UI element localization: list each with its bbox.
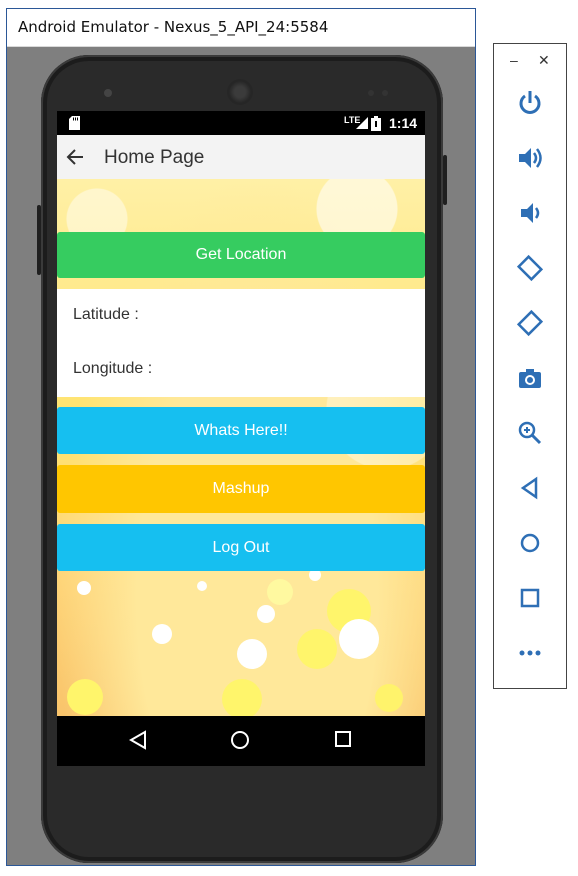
front-camera — [104, 89, 112, 97]
sd-card-icon — [69, 116, 80, 130]
app-bar: Home Page — [57, 135, 425, 180]
minimize-icon[interactable]: – — [510, 52, 518, 68]
device-screen: LTE 1:14 Home Page Get Location Latitude… — [57, 111, 425, 766]
page-title: Home Page — [104, 147, 205, 168]
nav-overview-icon[interactable] — [334, 730, 352, 748]
android-nav-bar — [57, 716, 425, 766]
power-icon[interactable] — [516, 89, 544, 117]
bokeh-bubble — [339, 619, 379, 659]
emulator-toolbar: – ✕ — [493, 43, 567, 689]
bokeh-bubble — [257, 605, 275, 623]
close-icon[interactable]: ✕ — [538, 52, 550, 69]
bokeh-bubble — [222, 679, 262, 716]
signal-icon — [356, 117, 368, 129]
overview-icon[interactable] — [516, 584, 544, 612]
battery-icon — [371, 116, 381, 131]
back-arrow-icon[interactable] — [65, 147, 85, 167]
nav-back-icon[interactable] — [129, 730, 147, 750]
bokeh-bubble — [197, 581, 207, 591]
camera-icon[interactable] — [516, 364, 544, 392]
more-icon[interactable] — [516, 639, 544, 667]
power-side-button — [443, 155, 447, 205]
bokeh-bubble — [297, 629, 337, 669]
status-time: 1:14 — [389, 115, 418, 131]
back-icon[interactable] — [516, 474, 544, 502]
bokeh-bubble — [237, 639, 267, 669]
content-area: Get Location Latitude : Longitude : What… — [57, 179, 425, 716]
longitude-field: Longitude : — [57, 343, 425, 397]
whats-here-button[interactable]: Whats Here!! — [57, 407, 425, 454]
light-sensor — [382, 90, 388, 96]
home-icon[interactable] — [516, 529, 544, 557]
status-bar: LTE 1:14 — [57, 111, 425, 135]
volume-up-icon[interactable] — [516, 144, 544, 172]
rotate-left-icon[interactable] — [516, 254, 544, 282]
proximity-sensor — [368, 90, 374, 96]
earpiece-speaker — [227, 79, 253, 105]
longitude-label: Longitude : — [73, 360, 153, 377]
logout-button[interactable]: Log Out — [57, 524, 425, 571]
bokeh-bubble — [375, 684, 403, 712]
volume-rocker — [37, 205, 41, 275]
bokeh-bubble — [77, 581, 91, 595]
bokeh-bubble — [152, 624, 172, 644]
latitude-label: Latitude : — [73, 306, 139, 323]
get-location-button[interactable]: Get Location — [57, 232, 425, 278]
latitude-field: Latitude : — [57, 289, 425, 344]
rotate-right-icon[interactable] — [516, 309, 544, 337]
mashup-button[interactable]: Mashup — [57, 465, 425, 513]
bokeh-bubble — [67, 679, 103, 715]
nav-home-icon[interactable] — [230, 730, 250, 750]
bokeh-bubble — [267, 579, 293, 605]
window-title: Android Emulator - Nexus_5_API_24:5584 — [18, 18, 329, 36]
volume-down-icon[interactable] — [516, 199, 544, 227]
title-bar: Android Emulator - Nexus_5_API_24:5584 — [7, 9, 475, 47]
zoom-icon[interactable] — [516, 419, 544, 447]
